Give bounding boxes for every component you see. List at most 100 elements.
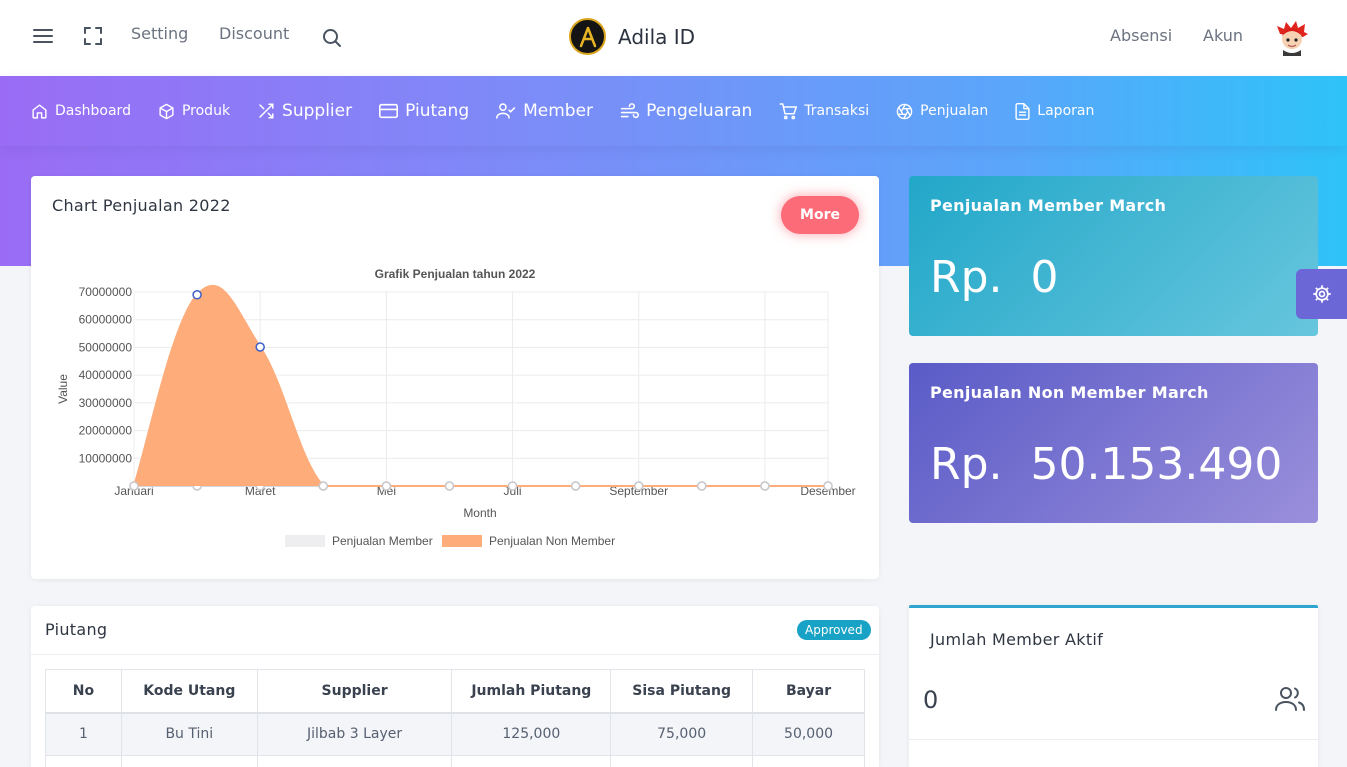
nav-label-member: Member [523, 101, 594, 121]
table-row[interactable] [45, 755, 865, 767]
nav-item-penjualan[interactable]: Penjualan [896, 103, 988, 120]
legend-swatch [442, 535, 482, 547]
main-nav: Dashboard Produk Supplier Piutang Member… [0, 76, 1347, 146]
hamburger-menu-icon[interactable] [31, 24, 55, 48]
non-member-sales-card: Penjualan Non Member March Rp. 50.153.49… [909, 363, 1318, 523]
piutang-card: Piutang Approved No Kode Utang Supplier … [31, 606, 879, 767]
sales-chart: Grafik Penjualan tahun 2022 10000000 20000… [56, 267, 856, 548]
data-point [697, 481, 707, 491]
y-tick-label: 50000000 [79, 340, 133, 354]
data-point [129, 481, 139, 491]
member-sales-title: Penjualan Member March [930, 196, 1167, 215]
table-cell [752, 755, 865, 767]
status-badge: Approved [797, 620, 871, 640]
search-icon[interactable] [320, 26, 344, 50]
series-area [134, 285, 828, 486]
data-point [633, 481, 644, 491]
nav-item-supplier[interactable]: Supplier [257, 101, 352, 121]
brand[interactable]: Adila ID [569, 18, 695, 55]
home-icon [32, 103, 47, 119]
column-header: Supplier [256, 669, 453, 714]
y-tick-label: 20000000 [79, 424, 133, 438]
brand-logo-icon [569, 18, 606, 55]
nav-label-produk: Produk [181, 103, 231, 119]
settings-gear-icon[interactable] [1296, 269, 1347, 319]
y-tick-label: 70000000 [79, 285, 133, 299]
nav-label-transaksi: Transaksi [804, 103, 870, 119]
nav-item-piutang[interactable]: Piutang [379, 101, 469, 121]
member-aktif-count: 0 [923, 686, 939, 714]
data-point [507, 481, 518, 491]
cart-icon [780, 102, 798, 119]
column-header: No [45, 669, 122, 714]
y-tick-label: 10000000 [79, 451, 133, 465]
table-cell: 75,000 [610, 712, 754, 756]
avatar[interactable] [1274, 20, 1310, 56]
nav-label-supplier: Supplier [282, 101, 353, 121]
divider [31, 654, 879, 655]
nav-item-laporan[interactable]: Laporan [1015, 102, 1095, 120]
absensi-link[interactable]: Absensi [1110, 26, 1172, 45]
nav-label-penjualan: Penjualan [920, 103, 989, 119]
data-point [255, 342, 265, 352]
user-check-icon [496, 103, 516, 119]
member-sales-card: Penjualan Member March Rp. 0 [909, 176, 1318, 336]
data-point [444, 481, 455, 491]
member-aktif-card: Jumlah Member Aktif 0 [909, 605, 1318, 767]
table-cell: Jilbab 3 Layer [256, 712, 453, 756]
file-text-icon [1015, 102, 1030, 120]
top-header: Setting Discount Adila ID Absensi Akun [0, 0, 1347, 76]
nav-item-dashboard[interactable]: Dashboard [31, 103, 131, 120]
chart-title: Grafik Penjualan tahun 2022 [375, 267, 536, 281]
non-member-sales-title: Penjualan Non Member March [930, 383, 1209, 402]
data-point [318, 481, 329, 491]
column-header: Bayar [752, 669, 865, 714]
divider [909, 739, 1318, 740]
table-cell [256, 755, 453, 767]
akun-link[interactable]: Akun [1203, 26, 1243, 45]
y-tick-label: 30000000 [79, 396, 133, 410]
brand-name: Adila ID [618, 24, 696, 49]
column-header: Kode Utang [120, 669, 258, 714]
fullscreen-icon[interactable] [81, 24, 105, 48]
nav-item-member[interactable]: Member [496, 101, 593, 121]
member-aktif-title: Jumlah Member Aktif [930, 630, 1104, 649]
discount-link[interactable]: Discount [219, 24, 289, 43]
y-axis-label: Value [56, 374, 70, 404]
wind-icon [620, 103, 640, 119]
table-cell [45, 755, 122, 767]
table-cell: 50,000 [752, 712, 865, 756]
credit-card-icon [379, 103, 399, 119]
piutang-title: Piutang [45, 620, 108, 639]
table-cell [451, 755, 612, 767]
shuffle-icon [259, 103, 274, 119]
nav-label-piutang: Piutang [405, 101, 470, 121]
data-point [760, 481, 770, 491]
legend-swatch [285, 535, 325, 547]
nav-item-pengeluaran[interactable]: Pengeluaran [620, 101, 752, 121]
table-cell [610, 755, 754, 767]
legend-label: Penjualan Member [332, 534, 433, 548]
nav-item-produk[interactable]: Produk [158, 103, 230, 120]
table-cell: 125,000 [451, 712, 612, 756]
data-point [823, 481, 833, 491]
nav-label-dashboard: Dashboard [55, 103, 131, 119]
table-cell [120, 755, 258, 767]
member-sales-value: Rp. 0 [930, 252, 1059, 303]
table-cell: 1 [45, 712, 122, 756]
chart-card: Chart Penjualan 2022 More Grafik Penjual… [31, 176, 879, 579]
table-header-row: No Kode Utang Supplier Jumlah Piutang Si… [45, 669, 865, 714]
aperture-icon [896, 103, 913, 119]
table-cell: Bu Tini [120, 712, 258, 756]
legend-label: Penjualan Non Member [489, 534, 615, 548]
non-member-sales-value: Rp. 50.153.490 [930, 439, 1283, 490]
nav-label-laporan: Laporan [1037, 103, 1095, 119]
users-icon [1275, 686, 1305, 716]
data-point [570, 481, 581, 491]
setting-link[interactable]: Setting [131, 24, 188, 43]
nav-item-transaksi[interactable]: Transaksi [779, 102, 870, 120]
table-row[interactable]: 1 Bu Tini Jilbab 3 Layer 125,000 75,000 … [45, 712, 865, 756]
data-point [381, 481, 392, 491]
nav-label-pengeluaran: Pengeluaran [646, 101, 753, 121]
y-tick-label: 60000000 [79, 313, 133, 327]
